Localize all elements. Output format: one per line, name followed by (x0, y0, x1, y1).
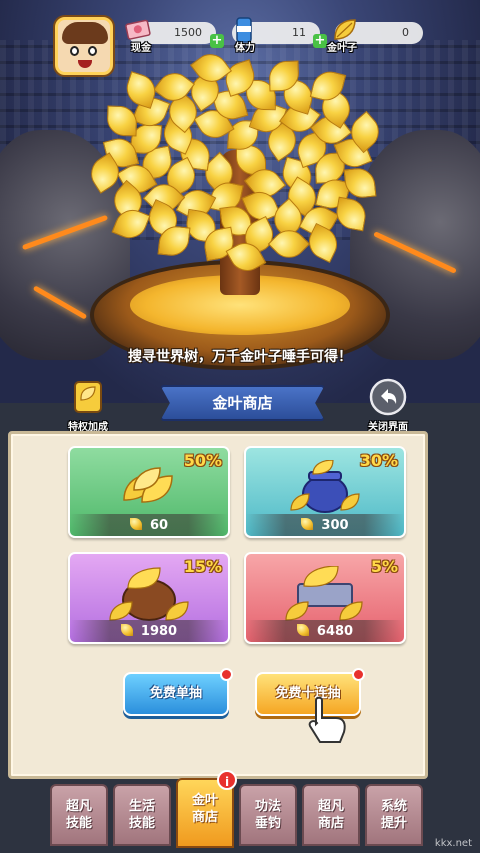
gold-leaf (106, 105, 138, 137)
free-single-draw-button[interactable]: 免费单抽 (123, 668, 233, 716)
add-stamina-button[interactable]: + (313, 34, 327, 48)
slogan-text: 搜寻世界树，万千金叶子唾手可得！ (128, 349, 352, 365)
price-value: 1980 (140, 624, 178, 639)
shop-title-banner: 金叶商店 (160, 385, 325, 421)
notification-dot (352, 668, 365, 681)
tab-fishing[interactable]: 功法 垂钓 (239, 784, 297, 846)
coin-icon (296, 624, 309, 636)
tab-label: 功法 (254, 799, 281, 814)
bonus-percent: 5% (370, 557, 398, 576)
tab-label: 超凡 (65, 799, 92, 814)
cash-label: 现金 (131, 43, 151, 54)
tab-label: 技能 (128, 816, 155, 831)
coin-icon (129, 518, 142, 530)
shop-card-6480[interactable]: 5% 6480 (244, 552, 406, 644)
tab-extraordinary-skills[interactable]: 超凡 技能 (50, 784, 108, 846)
tab-label: 商店 (191, 810, 218, 825)
tab-extraordinary-shop[interactable]: 超凡 商店 (302, 784, 360, 846)
shop-title: 金叶商店 (212, 394, 273, 412)
shop-card-60[interactable]: 50% 60 (68, 446, 230, 538)
bonus-percent: 50% (183, 451, 222, 470)
privilege-bonus-button[interactable]: 特权加成 (56, 378, 120, 433)
gold-leaf (343, 166, 377, 200)
gold-pot-icon (290, 460, 360, 513)
back-arrow-icon (369, 378, 407, 416)
shop-card-300[interactable]: 30% 300 (244, 446, 406, 538)
tab-label: 垂钓 (254, 816, 281, 831)
tab-label: 商店 (317, 816, 344, 831)
tab-label: 生活 (128, 799, 155, 814)
stamina-value: 11 (292, 26, 306, 39)
price-value: 60 (149, 518, 169, 533)
gold-leaf (333, 197, 368, 232)
tab-label: 技能 (65, 816, 92, 831)
price-value: 300 (321, 518, 349, 533)
world-tree-crown[interactable] (84, 47, 390, 278)
single-draw-label: 免费单抽 (149, 686, 202, 701)
player-avatar[interactable] (55, 17, 113, 75)
stamina-label: 体力 (235, 43, 255, 54)
gold-sack-icon (109, 567, 189, 621)
watermark: kkx.net (434, 838, 472, 849)
gold-leaf-value: 0 (402, 26, 409, 39)
shop-card-1980[interactable]: 15% 1980 (68, 552, 230, 644)
close-panel-button[interactable]: 关闭界面 (356, 378, 420, 433)
privilege-card-icon (74, 381, 102, 413)
gold-chest-icon (285, 566, 363, 621)
bottom-tab-bar: 超凡技能 生活技能 金叶商店 功法垂钓 超凡商店 系统提升 (0, 778, 480, 853)
price-value: 6480 (316, 624, 354, 639)
shop-panel: 50% 60 30% 300 15% 1980 5% 6480 免费单抽 免费十… (8, 431, 428, 779)
pointing-hand-icon (308, 696, 346, 743)
gold-leaf-label: 金叶子 (327, 43, 357, 54)
tab-label: 提升 (380, 816, 407, 831)
bonus-percent: 30% (359, 451, 398, 470)
gold-leaf-bundle-icon (123, 467, 173, 503)
tab-label: 金叶 (191, 793, 218, 808)
tab-system-upgrade[interactable]: 系统 提升 (365, 784, 423, 846)
tab-life-skills[interactable]: 生活 技能 (113, 784, 171, 846)
add-cash-button[interactable]: + (210, 34, 224, 48)
notification-dot (220, 668, 233, 681)
info-badge[interactable]: i (217, 770, 237, 790)
tab-label: 系统 (380, 799, 407, 814)
tab-label: 超凡 (317, 799, 344, 814)
coin-icon (301, 518, 314, 530)
coin-icon (120, 624, 133, 636)
cash-value: 1500 (174, 26, 202, 39)
